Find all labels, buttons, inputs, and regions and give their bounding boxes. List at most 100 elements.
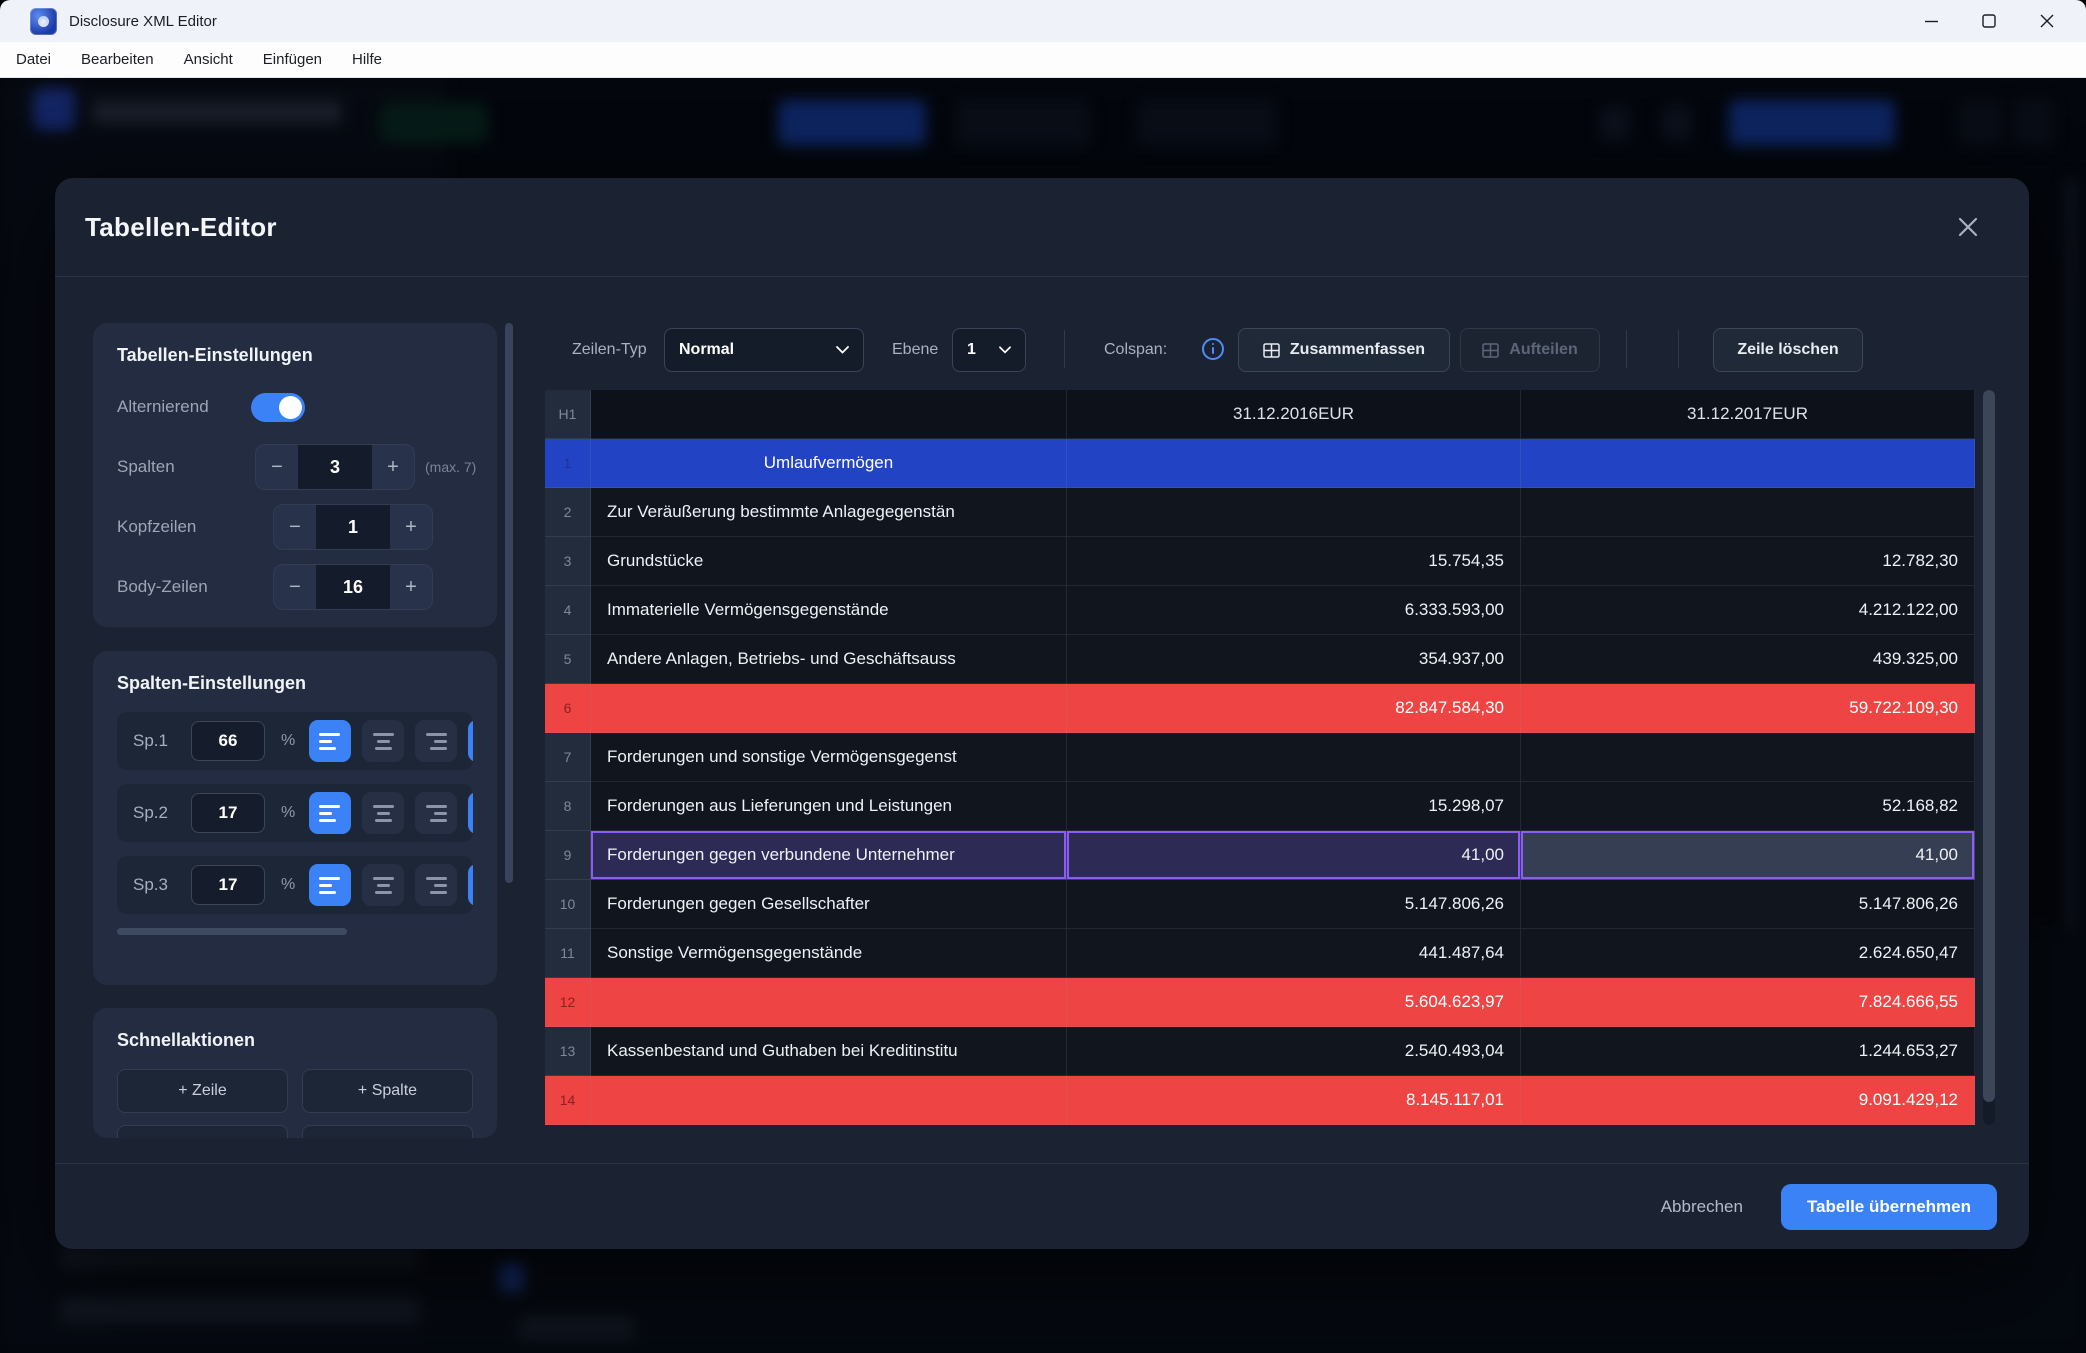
plus-icon[interactable]: + <box>372 445 414 489</box>
table-cell[interactable]: Immaterielle Vermögensgegenstände <box>591 586 1067 635</box>
table-cell[interactable]: Kassenbestand und Guthaben bei Kreditins… <box>591 1027 1067 1076</box>
menu-item-ansicht[interactable]: Ansicht <box>184 51 233 68</box>
align-left-icon[interactable] <box>309 720 351 762</box>
table-cell[interactable]: 31.12.2016EUR <box>1067 390 1521 439</box>
table-cell[interactable] <box>591 1076 1067 1125</box>
table-cell[interactable]: 15.298,07 <box>1067 782 1521 831</box>
table-cell[interactable]: 12.782,30 <box>1521 537 1975 586</box>
level-select[interactable]: 1 <box>952 328 1026 372</box>
table-scrollbar-thumb[interactable] <box>1983 390 1995 1102</box>
alternating-toggle[interactable] <box>251 393 305 422</box>
apply-table-button[interactable]: Tabelle übernehmen <box>1781 1184 1997 1230</box>
body-rows-value[interactable]: 16 <box>316 565 390 609</box>
header-rows-value[interactable]: 1 <box>316 505 390 549</box>
arrow-up-icon[interactable]: ↑ <box>468 864 473 906</box>
row-number[interactable]: 13 <box>545 1027 591 1076</box>
minus-icon[interactable]: − <box>256 445 298 489</box>
table-scrollbar[interactable] <box>1983 390 1995 1125</box>
row-number[interactable]: 9 <box>545 831 591 880</box>
sidebar-scrollbar[interactable] <box>505 323 513 1160</box>
row-number[interactable]: 8 <box>545 782 591 831</box>
table-cell[interactable] <box>591 390 1067 439</box>
row-number[interactable]: 4 <box>545 586 591 635</box>
table-cell[interactable]: 31.12.2017EUR <box>1521 390 1975 439</box>
row-number[interactable]: 2 <box>545 488 591 537</box>
maximize-icon[interactable] <box>1960 0 2018 42</box>
table-cell[interactable] <box>1067 488 1521 537</box>
menu-item-hilfe[interactable]: Hilfe <box>352 51 382 68</box>
column-width-input[interactable]: 17 <box>191 793 265 833</box>
add-row-button[interactable]: + Zeile <box>117 1069 288 1113</box>
row-number[interactable]: 6 <box>545 684 591 733</box>
table-cell[interactable]: 354.937,00 <box>1067 635 1521 684</box>
horizontal-scrollbar-thumb[interactable] <box>117 928 347 935</box>
table-cell[interactable]: Sonstige Vermögensgegenstände <box>591 929 1067 978</box>
table-cell[interactable]: 8.145.117,01 <box>1067 1076 1521 1125</box>
align-right-icon[interactable] <box>415 792 457 834</box>
table-cell[interactable]: 2.540.493,04 <box>1067 1027 1521 1076</box>
table-cell[interactable] <box>591 978 1067 1027</box>
minimize-icon[interactable] <box>1902 0 1960 42</box>
split-cells-button[interactable]: Aufteilen <box>1460 328 1600 372</box>
table-cell[interactable]: 2.624.650,47 <box>1521 929 1975 978</box>
clipped-action-button[interactable] <box>302 1125 473 1138</box>
table-cell[interactable]: 41,00 <box>1067 831 1521 880</box>
align-right-icon[interactable] <box>415 720 457 762</box>
plus-icon[interactable]: + <box>390 565 432 609</box>
clipped-action-button[interactable] <box>117 1125 288 1138</box>
align-left-icon[interactable] <box>309 792 351 834</box>
table-cell[interactable]: Forderungen gegen verbundene Unternehmer <box>591 831 1067 880</box>
align-center-icon[interactable] <box>362 864 404 906</box>
table-cell[interactable]: 5.147.806,26 <box>1521 880 1975 929</box>
table-cell[interactable]: 1.244.653,27 <box>1521 1027 1975 1076</box>
table-cell[interactable]: 4.212.122,00 <box>1521 586 1975 635</box>
row-number[interactable]: 7 <box>545 733 591 782</box>
merge-cells-button[interactable]: Zusammenfassen <box>1238 328 1450 372</box>
add-column-button[interactable]: + Spalte <box>302 1069 473 1113</box>
close-window-icon[interactable] <box>2018 0 2076 42</box>
table-cell[interactable] <box>1521 488 1975 537</box>
row-number[interactable]: 11 <box>545 929 591 978</box>
info-icon[interactable] <box>1202 338 1224 360</box>
row-number[interactable]: 3 <box>545 537 591 586</box>
table-cell[interactable]: 5.147.806,26 <box>1067 880 1521 929</box>
table-cell[interactable]: Zur Veräußerung bestimmte Anlagegegenstä… <box>591 488 1067 537</box>
row-type-select[interactable]: Normal <box>664 328 864 372</box>
delete-row-button[interactable]: Zeile löschen <box>1713 328 1863 372</box>
cancel-button[interactable]: Abbrechen <box>1661 1197 1743 1217</box>
table-cell[interactable]: Forderungen und sonstige Vermögensgegens… <box>591 733 1067 782</box>
sidebar-scrollbar-thumb[interactable] <box>505 323 513 883</box>
table-cell[interactable]: 6.333.593,00 <box>1067 586 1521 635</box>
menu-item-einfuegen[interactable]: Einfügen <box>263 51 322 68</box>
table-cell[interactable] <box>1067 439 1521 488</box>
row-number[interactable]: 1 <box>545 439 591 488</box>
columns-count-value[interactable]: 3 <box>298 445 372 489</box>
table-cell[interactable]: 15.754,35 <box>1067 537 1521 586</box>
column-width-input[interactable]: 17 <box>191 865 265 905</box>
table-cell[interactable]: 5.604.623,97 <box>1067 978 1521 1027</box>
row-number[interactable]: 14 <box>545 1076 591 1125</box>
arrow-up-icon[interactable]: ↑ <box>468 792 473 834</box>
plus-icon[interactable]: + <box>390 505 432 549</box>
column-width-input[interactable]: 66 <box>191 721 265 761</box>
minus-icon[interactable]: − <box>274 565 316 609</box>
row-number[interactable]: 12 <box>545 978 591 1027</box>
table-cell[interactable] <box>591 684 1067 733</box>
table-cell[interactable]: 441.487,64 <box>1067 929 1521 978</box>
table-cell[interactable]: Umlaufvermögen <box>591 439 1067 488</box>
align-center-icon[interactable] <box>362 792 404 834</box>
table-cell[interactable]: 41,00 <box>1521 831 1975 880</box>
table-cell[interactable]: 82.847.584,30 <box>1067 684 1521 733</box>
table-cell[interactable]: Grundstücke <box>591 537 1067 586</box>
menu-item-datei[interactable]: Datei <box>16 51 51 68</box>
menu-item-bearbeiten[interactable]: Bearbeiten <box>81 51 154 68</box>
horizontal-scrollbar[interactable] <box>117 928 473 935</box>
align-left-icon[interactable] <box>309 864 351 906</box>
table-cell[interactable] <box>1521 733 1975 782</box>
table-cell[interactable]: Forderungen aus Lieferungen und Leistung… <box>591 782 1067 831</box>
align-right-icon[interactable] <box>415 864 457 906</box>
align-center-icon[interactable] <box>362 720 404 762</box>
table-cell[interactable]: 52.168,82 <box>1521 782 1975 831</box>
table-cell[interactable]: 439.325,00 <box>1521 635 1975 684</box>
row-number[interactable]: 10 <box>545 880 591 929</box>
